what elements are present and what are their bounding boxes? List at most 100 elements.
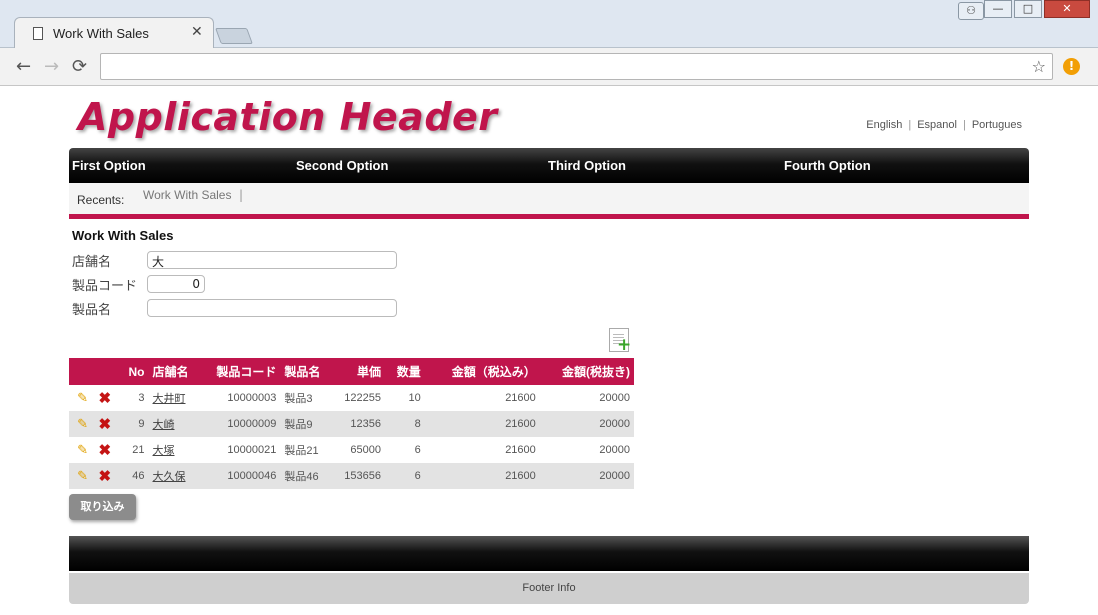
cell-amount-excl: 20000: [599, 444, 630, 456]
cell-product: 製品9: [284, 419, 313, 431]
table-row: ✎ ✖ 3 大井町 10000003 製品3 122255 10 21600 2…: [69, 385, 634, 411]
pencil-icon[interactable]: ✎: [77, 468, 88, 484]
cell-code: 10000009: [227, 418, 277, 430]
bookmark-star-icon[interactable]: ☆: [1032, 57, 1046, 76]
col-quantity[interactable]: 数量: [385, 358, 425, 385]
delete-cell: ✖: [92, 437, 115, 463]
address-bar[interactable]: ☆: [100, 53, 1053, 80]
recents-bar: Recents: Work With Sales |: [69, 183, 1029, 215]
menu-fourth-option[interactable]: Fourth Option: [784, 158, 871, 173]
cell-price: 12356: [350, 418, 381, 430]
cell-store-link[interactable]: 大塚: [149, 437, 201, 463]
browser-toolbar: ← → ⟳ ☆ !: [0, 48, 1098, 86]
application-header: Application Header: [78, 95, 498, 139]
cell-product: 製品3: [284, 393, 313, 405]
browser-tabstrip: Work With Sales ✕ ⚇ — □ ✕: [0, 0, 1098, 49]
store-name-label: 店舗名: [72, 255, 112, 270]
plus-icon[interactable]: +: [617, 337, 631, 354]
delete-x-icon[interactable]: ✖: [98, 415, 111, 433]
tab-close-icon[interactable]: ✕: [191, 24, 203, 40]
edit-cell: ✎: [69, 411, 92, 437]
col-amount-excl-tax[interactable]: 金額(税抜き): [540, 358, 634, 385]
product-code-input[interactable]: 0: [147, 275, 205, 293]
cell-no: 3: [138, 392, 145, 404]
menu-first-option[interactable]: First Option: [72, 158, 146, 173]
col-product-code[interactable]: 製品コード: [201, 358, 281, 385]
pencil-icon[interactable]: ✎: [77, 390, 88, 406]
col-amount-incl-tax[interactable]: 金額（税込み）: [425, 358, 540, 385]
table-row: ✎ ✖ 9 大崎 10000009 製品9 12356 8 21600 2000…: [69, 411, 634, 437]
col-edit: [69, 358, 92, 385]
import-button[interactable]: 取り込み: [69, 494, 136, 520]
cell-product: 製品46: [284, 471, 319, 483]
browser-tab-active[interactable]: Work With Sales ✕: [14, 17, 214, 49]
reload-icon[interactable]: ⟳: [72, 56, 87, 77]
lang-separator: |: [962, 119, 966, 131]
col-delete: [92, 358, 115, 385]
close-window-button[interactable]: ✕: [1044, 0, 1090, 18]
pencil-icon[interactable]: ✎: [77, 416, 88, 432]
cell-amount-incl: 21600: [505, 470, 536, 482]
delete-x-icon[interactable]: ✖: [98, 389, 111, 407]
col-no[interactable]: No: [115, 358, 148, 385]
tab-title: Work With Sales: [53, 26, 149, 41]
footer-info: Footer Info: [69, 573, 1029, 604]
minimize-button[interactable]: —: [984, 0, 1012, 18]
cell-price: 65000: [350, 444, 381, 456]
user-profile-icon[interactable]: ⚇: [958, 2, 984, 20]
table-row: ✎ ✖ 46 大久保 10000046 製品46 153656 6 21600 …: [69, 463, 634, 489]
cell-store-link[interactable]: 大崎: [149, 411, 201, 437]
col-unit-price[interactable]: 単価: [333, 358, 385, 385]
grid-header-row: No 店舗名 製品コード 製品名 単価 数量 金額（税込み） 金額(税抜き): [69, 358, 634, 385]
menu-second-option[interactable]: Second Option: [296, 158, 388, 173]
lang-separator: |: [908, 119, 912, 131]
forward-arrow-icon[interactable]: →: [44, 56, 59, 77]
store-name-input[interactable]: 大: [147, 251, 397, 269]
recents-label: Recents:: [77, 193, 125, 207]
cell-amount-excl: 20000: [599, 470, 630, 482]
edit-cell: ✎: [69, 385, 92, 411]
pencil-icon[interactable]: ✎: [77, 442, 88, 458]
edit-cell: ✎: [69, 437, 92, 463]
cell-qty: 6: [414, 444, 421, 456]
cell-amount-incl: 21600: [505, 392, 536, 404]
back-arrow-icon[interactable]: ←: [16, 56, 31, 77]
cell-no: 21: [132, 444, 145, 456]
col-product-name[interactable]: 製品名: [280, 358, 332, 385]
recent-item-work-with-sales[interactable]: Work With Sales: [143, 188, 231, 202]
footer-bar: [69, 536, 1029, 571]
cell-no: 46: [132, 470, 145, 482]
cell-product: 製品21: [284, 445, 319, 457]
recents-separator: |: [239, 188, 244, 202]
new-tab-button[interactable]: [215, 28, 253, 44]
delete-cell: ✖: [92, 463, 115, 489]
delete-x-icon[interactable]: ✖: [98, 441, 111, 459]
lang-english[interactable]: English: [866, 119, 902, 131]
cell-qty: 6: [414, 470, 421, 482]
cell-code: 10000046: [227, 470, 277, 482]
cell-amount-excl: 20000: [599, 392, 630, 404]
maximize-button[interactable]: □: [1014, 0, 1042, 18]
cell-code: 10000021: [227, 444, 277, 456]
delete-cell: ✖: [92, 385, 115, 411]
lang-portugues[interactable]: Portugues: [972, 119, 1022, 131]
menu-third-option[interactable]: Third Option: [548, 158, 626, 173]
delete-cell: ✖: [92, 411, 115, 437]
delete-x-icon[interactable]: ✖: [98, 467, 111, 485]
main-menu: First Option Second Option Third Option …: [69, 148, 1029, 183]
page-title: Work With Sales: [72, 228, 174, 243]
cell-amount-incl: 21600: [505, 418, 536, 430]
warning-icon[interactable]: !: [1063, 58, 1080, 75]
cell-price: 122255: [344, 392, 381, 404]
cell-qty: 10: [408, 392, 421, 404]
product-code-label: 製品コード: [72, 279, 138, 294]
language-links: English | Espanol | Portugues: [866, 119, 1022, 131]
cell-store-link[interactable]: 大井町: [149, 385, 201, 411]
cell-price: 153656: [344, 470, 381, 482]
col-store[interactable]: 店舗名: [149, 358, 201, 385]
product-name-input[interactable]: [147, 299, 397, 317]
cell-store-link[interactable]: 大久保: [149, 463, 201, 489]
lang-espanol[interactable]: Espanol: [917, 119, 957, 131]
cell-qty: 8: [414, 418, 421, 430]
cell-amount-excl: 20000: [599, 418, 630, 430]
